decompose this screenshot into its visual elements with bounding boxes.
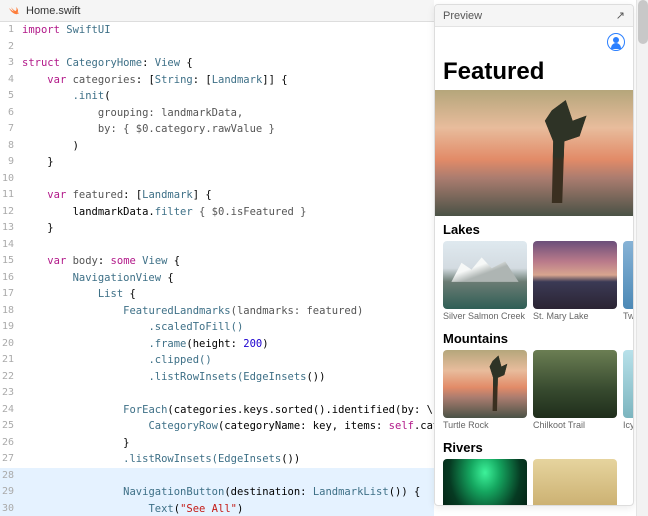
featured-heading: Featured xyxy=(435,54,633,90)
landmark-thumbnail xyxy=(623,241,633,309)
vertical-scrollbar[interactable] xyxy=(636,0,648,516)
landmark-thumbnail xyxy=(443,241,527,309)
preview-pane: Preview ↗ Featured LakesSilver Salmon Cr… xyxy=(434,4,634,506)
category-row[interactable]: Turtle Rock Chilkoot Trail Icy xyxy=(435,350,633,434)
scrollbar-thumb[interactable] xyxy=(638,0,648,44)
landmark-card[interactable]: St. Mary Lake xyxy=(533,241,617,321)
landmark-caption: Silver Salmon Creek xyxy=(443,311,527,321)
landmark-card[interactable]: Icy xyxy=(623,350,633,430)
landmark-thumbnail xyxy=(623,350,633,418)
category-title: Rivers xyxy=(435,434,633,459)
featured-hero-image[interactable] xyxy=(435,90,633,216)
landmark-card[interactable]: Twi xyxy=(623,241,633,321)
profile-icon[interactable] xyxy=(607,33,625,51)
category-title: Mountains xyxy=(435,325,633,350)
landmark-card[interactable]: Chilkoot Trail xyxy=(533,350,617,430)
landmark-thumbnail xyxy=(533,350,617,418)
preview-body[interactable]: Featured Lakes Silver Salmon Creek St. Mar… xyxy=(435,27,633,505)
landmark-card[interactable] xyxy=(443,459,527,505)
landmark-thumbnail xyxy=(443,350,527,418)
landmark-caption: St. Mary Lake xyxy=(533,311,617,321)
preview-header: Preview ↗ xyxy=(435,5,633,27)
preview-title: Preview xyxy=(443,10,482,22)
landmark-card[interactable]: Silver Salmon Creek xyxy=(443,241,527,321)
tab-filename: Home.swift xyxy=(26,5,80,17)
expand-icon[interactable]: ↗ xyxy=(616,9,625,22)
landmark-caption: Chilkoot Trail xyxy=(533,420,617,430)
landmark-caption: Twi xyxy=(623,311,633,321)
swift-file-icon xyxy=(8,5,20,17)
landmark-card[interactable]: Turtle Rock xyxy=(443,350,527,430)
landmark-caption: Icy xyxy=(623,420,633,430)
category-row[interactable] xyxy=(435,459,633,505)
category-row[interactable]: Silver Salmon Creek St. Mary Lake Twi xyxy=(435,241,633,325)
landmark-thumbnail xyxy=(533,241,617,309)
landmark-caption: Turtle Rock xyxy=(443,420,527,430)
category-title: Lakes xyxy=(435,216,633,241)
code-editor-pane[interactable]: Home.swift 1import SwiftUI 2 3struct Cat… xyxy=(0,0,434,516)
landmark-thumbnail xyxy=(533,459,617,505)
landmark-card[interactable] xyxy=(533,459,617,505)
landmark-thumbnail xyxy=(443,459,527,505)
code-area[interactable]: 1import SwiftUI 2 3struct CategoryHome: … xyxy=(0,22,434,516)
editor-tab-bar: Home.swift xyxy=(0,0,434,22)
